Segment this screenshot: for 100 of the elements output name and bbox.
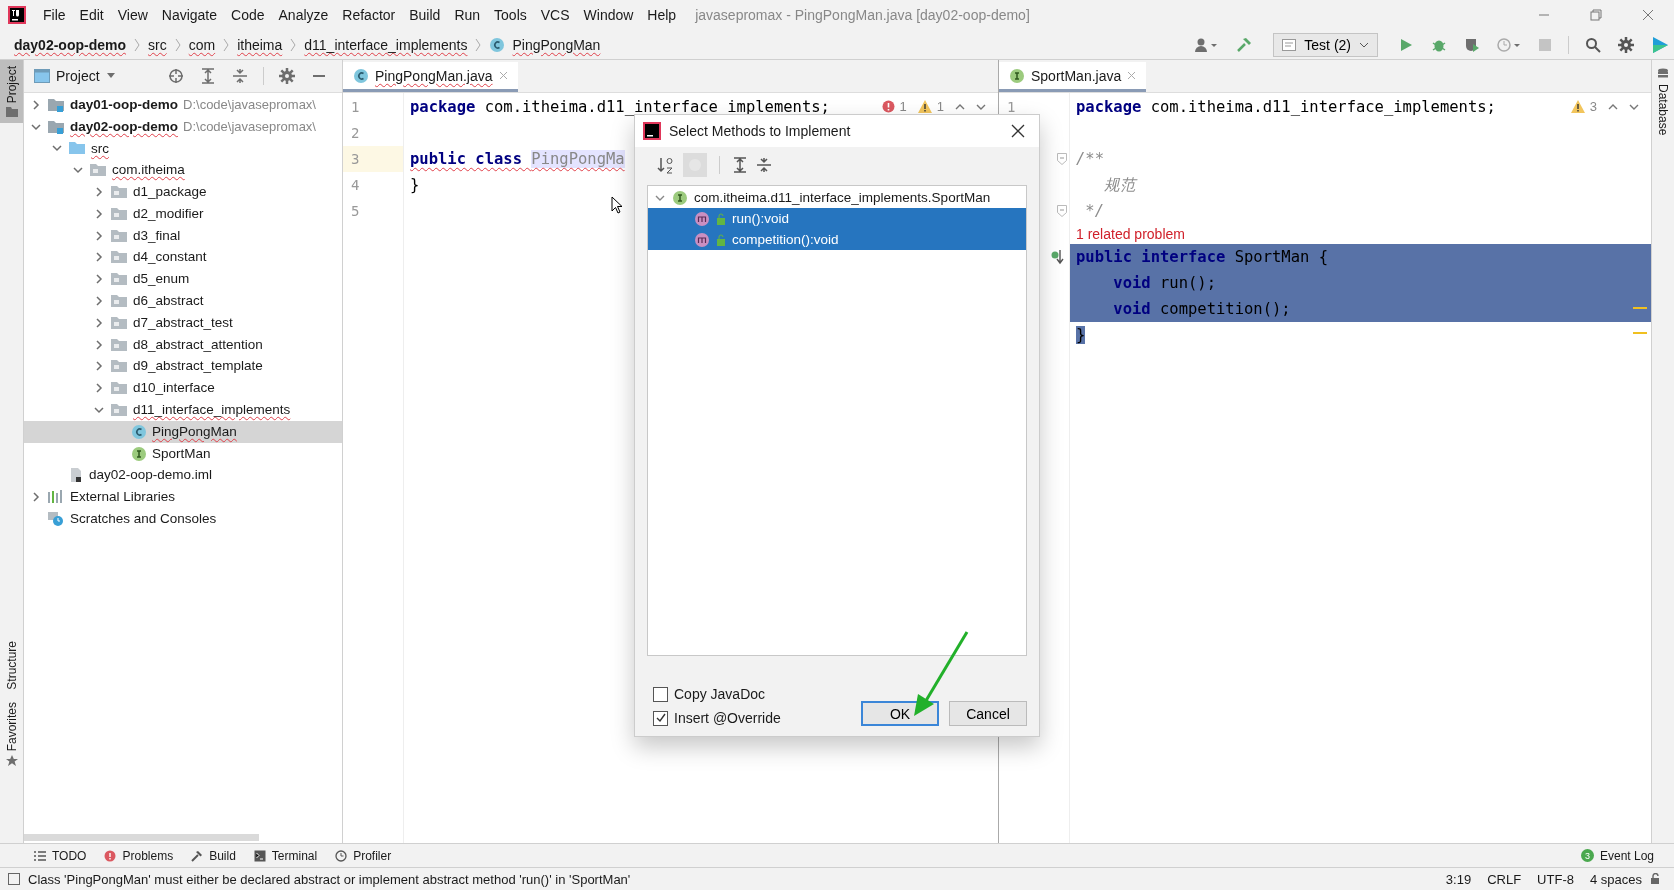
next-icon[interactable] <box>976 102 986 111</box>
panel-title[interactable]: Project <box>56 68 100 84</box>
breadcrumb[interactable]: com <box>188 36 216 57</box>
breadcrumb[interactable]: d11_interface_implements <box>304 36 468 57</box>
menu-item[interactable]: Help <box>640 7 684 23</box>
user-icon[interactable] <box>1194 36 1219 53</box>
event-log-button[interactable]: 3 Event Log <box>1580 848 1654 863</box>
module-path: D:\code\javasepromax\ <box>183 97 316 113</box>
breadcrumb[interactable]: PingPongMan <box>512 36 601 57</box>
warning-count[interactable]: 1 <box>936 99 944 114</box>
tree-row[interactable]: d6_abstract <box>24 290 342 312</box>
method-row[interactable]: run():void <box>648 208 1026 229</box>
collapse-all-icon[interactable] <box>756 157 772 173</box>
tree-row[interactable]: SportMan <box>24 442 342 465</box>
tool-window-tab[interactable]: Project <box>0 60 23 124</box>
previous-icon[interactable] <box>1608 102 1618 111</box>
tree-row[interactable]: d10_interface <box>24 377 342 400</box>
tool-window-tab[interactable]: Favorites <box>0 695 23 773</box>
menu-item[interactable]: Run <box>447 7 488 23</box>
warning-count[interactable]: 3 <box>1589 99 1597 114</box>
tree-row[interactable]: d7_abstract_test <box>24 311 342 334</box>
method-icon <box>694 210 710 227</box>
tool-window-button[interactable]: Terminal <box>253 848 318 863</box>
menu-item[interactable]: VCS <box>533 7 577 23</box>
menu-item[interactable]: Refactor <box>335 7 403 23</box>
menu-item[interactable]: Navigate <box>154 7 225 23</box>
status-item[interactable]: 3:19 <box>1445 871 1472 887</box>
collapse-all-icon[interactable] <box>232 68 248 84</box>
star-icon <box>5 755 18 767</box>
tree-row[interactable]: PingPongMan <box>24 420 342 443</box>
fold-marker-icon[interactable] <box>1057 205 1067 217</box>
tree-row[interactable]: com.itheima.d11_interface_implements.SportMan <box>648 187 1026 208</box>
tool-window-button[interactable]: TODO <box>34 848 87 863</box>
tree-row[interactable]: External Libraries <box>24 486 342 509</box>
tool-window-tab[interactable]: Structure <box>0 634 23 696</box>
sort-alphabetically-icon[interactable] <box>657 156 675 174</box>
expand-all-icon[interactable] <box>200 68 216 84</box>
menu-item[interactable]: Edit <box>72 7 111 23</box>
tree-row[interactable]: d5_enum <box>24 268 342 291</box>
related-problem-link[interactable]: 1 related problem <box>1076 226 1185 242</box>
scrollbar-thumb[interactable] <box>24 834 259 841</box>
tree-row[interactable]: d4_constant <box>24 246 342 269</box>
settings-icon[interactable] <box>1618 36 1634 53</box>
close-icon[interactable] <box>1011 124 1025 138</box>
tool-window-button[interactable]: Problems <box>104 848 174 863</box>
run-icon[interactable] <box>1398 36 1414 53</box>
tree-row[interactable]: day02-oop-demo.iml <box>24 464 342 487</box>
tree-row[interactable]: d2_modifier <box>24 203 342 225</box>
checkbox[interactable]: Copy JavaDoc <box>653 686 861 702</box>
tool-window-tab[interactable]: Database <box>1652 60 1674 144</box>
plugin-logo-icon[interactable] <box>1651 35 1669 54</box>
terminal-icon <box>253 849 266 862</box>
menu-item[interactable]: View <box>110 7 155 23</box>
menu-item[interactable]: Analyze <box>271 7 336 23</box>
implemented-marker-icon[interactable] <box>1051 249 1065 265</box>
fold-marker-icon[interactable] <box>1057 153 1067 165</box>
status-item[interactable]: CRLF <box>1487 871 1522 887</box>
tree-row[interactable]: d3_final <box>24 224 342 247</box>
search-icon[interactable] <box>1585 36 1601 53</box>
locate-icon[interactable] <box>168 68 184 84</box>
next-icon[interactable] <box>1629 102 1639 111</box>
tool-window-button[interactable]: Profiler <box>335 848 392 863</box>
breadcrumb[interactable]: day02-oop-demo <box>14 36 126 57</box>
tree-row[interactable]: src <box>24 137 342 160</box>
tree-row[interactable]: Scratches and Consoles <box>24 508 342 530</box>
menu-item[interactable]: Tools <box>487 7 534 23</box>
error-count[interactable]: 1 <box>899 99 907 114</box>
breadcrumb[interactable]: itheima <box>237 36 283 57</box>
tree-row[interactable]: day02-oop-demo D:\code\javasepromax\ <box>24 115 342 138</box>
restore-icon[interactable] <box>1590 9 1602 21</box>
menu-item[interactable]: Build <box>402 7 448 23</box>
method-row[interactable]: competition():void <box>648 229 1026 250</box>
ok-button[interactable]: OK <box>861 701 939 726</box>
tree-label: d6_abstract <box>133 293 204 311</box>
run-config-dropdown[interactable]: Test (2) <box>1273 32 1378 57</box>
menu-item[interactable]: File <box>36 7 73 23</box>
tree-row[interactable]: d11_interface_implements <box>24 399 342 421</box>
hammer-icon[interactable] <box>1235 35 1254 54</box>
tree-row[interactable]: com.itheima <box>24 159 342 182</box>
tree-row[interactable]: d1_package <box>24 181 342 203</box>
tool-window-button[interactable]: Build <box>191 848 236 863</box>
tree-row[interactable]: d8_abstract_attention <box>24 333 342 356</box>
shield-run-icon[interactable] <box>1464 36 1480 53</box>
tree-row[interactable]: day01-oop-demo D:\code\javasepromax\ <box>24 94 342 116</box>
editor-tab[interactable]: PingPongMan.java <box>343 62 518 92</box>
status-toggle-icon[interactable] <box>8 873 20 885</box>
previous-icon[interactable] <box>955 102 965 111</box>
settings-icon[interactable] <box>279 68 295 84</box>
status-item[interactable]: UTF-8 <box>1537 871 1574 887</box>
lock-icon[interactable] <box>1650 873 1662 885</box>
checkbox[interactable]: Insert @Override <box>653 710 861 726</box>
breadcrumb[interactable]: src <box>148 36 167 57</box>
dropdown-arrow-icon[interactable] <box>105 72 116 80</box>
tree-row[interactable]: d9_abstract_template <box>24 355 342 378</box>
menu-item[interactable]: Window <box>576 7 641 23</box>
cancel-button[interactable]: Cancel <box>949 701 1027 726</box>
status-item[interactable]: 4 spaces <box>1589 871 1642 887</box>
editor-tab[interactable]: SportMan.java <box>999 62 1147 92</box>
expand-all-icon[interactable] <box>732 157 748 173</box>
menu-item[interactable]: Code <box>224 7 272 23</box>
